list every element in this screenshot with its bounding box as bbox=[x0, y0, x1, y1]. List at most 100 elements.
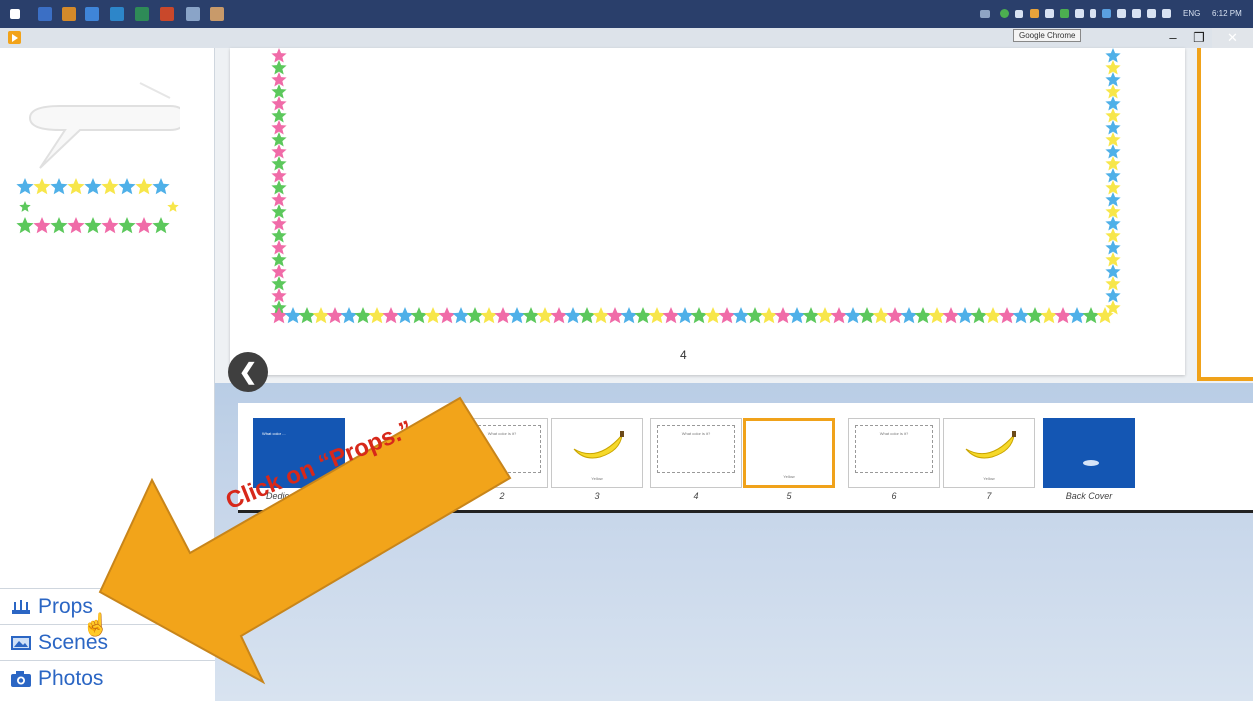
star-decoration bbox=[152, 178, 170, 195]
tray-icon[interactable] bbox=[1045, 9, 1054, 18]
ie-icon[interactable] bbox=[85, 7, 99, 21]
star-decoration bbox=[494, 307, 512, 324]
thumbnail-label: Back Cover bbox=[1065, 491, 1113, 501]
page-thumbnail[interactable]: What color is it? bbox=[848, 418, 940, 488]
tray-icon[interactable] bbox=[1090, 9, 1096, 18]
star-decoration bbox=[984, 307, 1002, 324]
star-decoration bbox=[410, 307, 428, 324]
windows-taskbar: ENG 6:12 PM bbox=[0, 0, 1253, 28]
star-decoration bbox=[50, 217, 68, 234]
star-decoration bbox=[886, 307, 904, 324]
star-decoration bbox=[1026, 307, 1044, 324]
page-thumbnail[interactable]: Yellow bbox=[943, 418, 1035, 488]
star-decoration bbox=[1082, 307, 1100, 324]
props-icon bbox=[10, 598, 32, 616]
thumbnail-text: What color ... bbox=[262, 431, 286, 436]
thumbnail-label: 3 bbox=[594, 491, 600, 501]
star-decoration bbox=[1105, 300, 1121, 315]
star-decoration bbox=[424, 307, 442, 324]
star-border[interactable] bbox=[230, 48, 1185, 375]
left-panel: Props Scenes Photos bbox=[0, 48, 215, 701]
app-icon[interactable] bbox=[62, 7, 76, 21]
star-decoration bbox=[452, 307, 470, 324]
star-decoration bbox=[101, 217, 119, 234]
next-page-preview[interactable] bbox=[1197, 48, 1253, 381]
app-icon[interactable] bbox=[210, 7, 224, 21]
tray-icon[interactable] bbox=[1117, 9, 1126, 18]
star-decoration bbox=[368, 307, 386, 324]
tray-icon[interactable] bbox=[1060, 9, 1069, 18]
star-decoration bbox=[536, 307, 554, 324]
tray-icon[interactable] bbox=[1000, 9, 1009, 18]
star-decoration bbox=[830, 307, 848, 324]
star-decoration bbox=[19, 201, 31, 212]
star-decoration bbox=[16, 217, 34, 234]
volume-icon[interactable] bbox=[1015, 10, 1023, 18]
star-decoration bbox=[326, 307, 344, 324]
tray-clock[interactable]: 6:12 PM bbox=[1212, 9, 1242, 18]
minimize-button[interactable]: – bbox=[1159, 28, 1187, 48]
app-icon[interactable] bbox=[186, 7, 200, 21]
thumbnail-label: 4 bbox=[693, 491, 699, 501]
thumbnail-text: Yellow bbox=[591, 476, 603, 481]
app-icon[interactable] bbox=[38, 7, 52, 21]
star-decoration bbox=[167, 201, 179, 212]
star-decoration bbox=[438, 307, 456, 324]
star-decoration bbox=[550, 307, 568, 324]
signal-icon[interactable] bbox=[1162, 9, 1171, 18]
star-decoration bbox=[900, 307, 918, 324]
star-decoration bbox=[578, 307, 596, 324]
thumbnail-text: What color is it? bbox=[487, 431, 517, 436]
nav-photos-label: Photos bbox=[38, 666, 104, 690]
close-button[interactable]: ✕ bbox=[1212, 28, 1253, 48]
star-decoration bbox=[592, 307, 610, 324]
speech-bubble-prop[interactable] bbox=[20, 78, 180, 173]
page-thumbnail[interactable]: What color is it? bbox=[650, 418, 742, 488]
tray-icon[interactable] bbox=[1132, 9, 1141, 18]
star-decoration bbox=[16, 178, 34, 195]
tray-icon[interactable] bbox=[1075, 9, 1084, 18]
star-decoration bbox=[802, 307, 820, 324]
page-thumbnail[interactable]: What color is it? bbox=[456, 418, 548, 488]
star-decoration bbox=[118, 217, 136, 234]
star-decoration bbox=[774, 307, 792, 324]
tray-icon[interactable] bbox=[1030, 9, 1039, 18]
tray-icon[interactable] bbox=[980, 10, 990, 18]
back-arrow-button[interactable]: ❮ bbox=[228, 352, 268, 392]
star-border-prop[interactable] bbox=[15, 173, 185, 243]
page-thumbnail[interactable]: Yellow bbox=[743, 418, 835, 488]
thumbnail-label: 7 bbox=[986, 491, 992, 501]
star-decoration bbox=[270, 307, 288, 324]
star-decoration bbox=[522, 307, 540, 324]
star-decoration bbox=[1068, 307, 1086, 324]
camera-icon bbox=[10, 670, 32, 688]
star-decoration bbox=[466, 307, 484, 324]
start-icon[interactable] bbox=[10, 9, 20, 19]
maximize-button[interactable]: ❐ bbox=[1185, 28, 1213, 48]
star-decoration bbox=[760, 307, 778, 324]
star-decoration bbox=[998, 307, 1016, 324]
asset-nav: Props Scenes Photos bbox=[0, 588, 215, 701]
app-logo-icon bbox=[8, 31, 21, 44]
star-decoration bbox=[606, 307, 624, 324]
tray-icon[interactable] bbox=[1102, 9, 1111, 18]
outlook-icon[interactable] bbox=[110, 7, 124, 21]
star-decoration bbox=[284, 307, 302, 324]
star-decoration bbox=[480, 307, 498, 324]
star-decoration bbox=[634, 307, 652, 324]
tooltip: Google Chrome bbox=[1013, 29, 1082, 42]
powerpoint-icon[interactable] bbox=[160, 7, 174, 21]
banana-icon bbox=[965, 431, 1016, 459]
book-page[interactable] bbox=[230, 48, 1185, 375]
star-decoration bbox=[816, 307, 834, 324]
page-thumbnail[interactable] bbox=[1043, 418, 1135, 488]
network-icon[interactable] bbox=[1147, 9, 1156, 18]
thumbnail-text: What color is it? bbox=[879, 431, 909, 436]
page-thumbnail[interactable]: Yellow bbox=[551, 418, 643, 488]
tray-language[interactable]: ENG bbox=[1183, 9, 1200, 18]
nav-photos[interactable]: Photos bbox=[0, 660, 215, 696]
app-area: Props Scenes Photos 4 bbox=[0, 48, 1253, 701]
page-number: 4 bbox=[680, 348, 687, 362]
excel-icon[interactable] bbox=[135, 7, 149, 21]
star-decoration bbox=[620, 307, 638, 324]
